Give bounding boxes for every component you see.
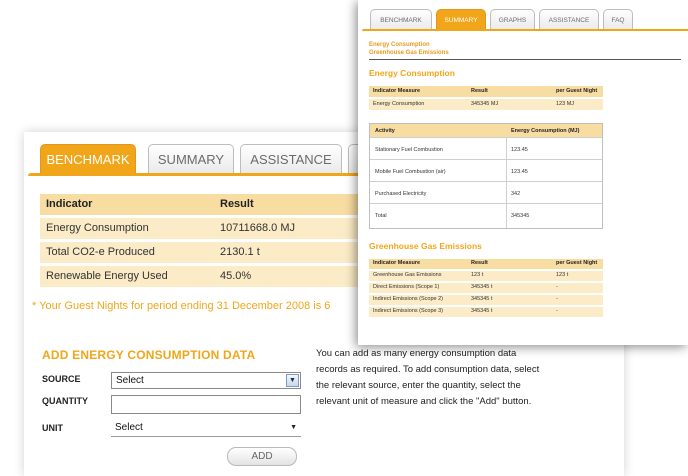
row-per-guest: -: [556, 308, 558, 314]
unit-select-value: Select: [115, 422, 143, 433]
quantity-input[interactable]: [111, 395, 301, 414]
activity-table: Activity Energy Consumption (MJ) Station…: [369, 123, 603, 229]
source-label: SOURCE: [42, 374, 81, 384]
row-result: 10711668.0 MJ: [220, 222, 296, 234]
table-row: Stationary Fuel Combustion 123.45: [370, 138, 602, 160]
table-row: Total 345345: [370, 204, 602, 228]
row-per-guest: -: [556, 296, 558, 302]
header-activity: Activity: [375, 128, 395, 134]
ghg-section-title: Greenhouse Gas Emissions: [369, 241, 482, 251]
energy-section-title: Energy Consumption: [369, 68, 455, 78]
table-row: Purchased Electricity 342: [370, 182, 602, 204]
source-select[interactable]: Select ▼: [111, 372, 301, 389]
tab-assistance[interactable]: ASSISTANCE: [240, 144, 342, 174]
chevron-down-icon[interactable]: ▼: [290, 420, 297, 435]
table-row: Indirect Emissions (Scope 2) 345345 t -: [369, 295, 603, 305]
row-measure: Greenhouse Gas Emissions: [373, 272, 442, 278]
link-energy-consumption[interactable]: Energy Consumption: [369, 42, 430, 48]
ghg-table-header: Indicator Measure Result per Guest Night: [369, 259, 603, 269]
energy-table-header: Indicator Measure Result per Guest Night: [369, 86, 603, 97]
row-activity: Stationary Fuel Combustion: [375, 147, 443, 153]
row-activity: Mobile Fuel Combustion (air): [375, 169, 446, 175]
row-result: 2130.1 t: [220, 246, 260, 258]
row-value: 123.45: [511, 147, 528, 153]
link-greenhouse-gas[interactable]: Greenhouse Gas Emissions: [369, 50, 449, 56]
header-measure: Indicator Measure: [373, 260, 421, 266]
unit-label: UNIT: [42, 423, 63, 433]
tab-underline: [362, 29, 688, 31]
row-measure: Energy Consumption: [373, 101, 425, 107]
quantity-label: QUANTITY: [42, 396, 88, 406]
row-per-guest: 123 t: [556, 272, 569, 278]
table-row: Indirect Emissions (Scope 3) 345345 t -: [369, 307, 603, 317]
row-measure: Indirect Emissions (Scope 2): [373, 296, 443, 302]
activity-header: Activity Energy Consumption (MJ): [370, 124, 602, 138]
row-result: 345345 t: [471, 284, 493, 290]
row-result: 345345 t: [471, 296, 493, 302]
table-row: Mobile Fuel Combustion (air) 123.45: [370, 160, 602, 182]
source-select-value: Select: [116, 375, 144, 386]
dropdown-arrow-icon[interactable]: ▼: [286, 374, 299, 387]
row-activity: Total: [375, 213, 387, 219]
row-indicator: Renewable Energy Used: [46, 270, 168, 282]
header-per-guest: per Guest Night: [556, 260, 598, 266]
unit-select[interactable]: Select ▼: [111, 420, 301, 437]
table-row: Greenhouse Gas Emissions 123 t 123 t: [369, 271, 603, 281]
add-button[interactable]: ADD: [227, 447, 297, 466]
table-row: Energy Consumption 345345 MJ 123 MJ: [369, 99, 603, 110]
tab-benchmark[interactable]: BENCHMARK: [40, 144, 136, 174]
row-measure: Indirect Emissions (Scope 3): [373, 308, 443, 314]
header-result: Result: [220, 198, 254, 210]
row-result: 345345 MJ: [471, 101, 499, 107]
header-result: Result: [471, 88, 488, 94]
tab-graphs[interactable]: GRAPHS: [490, 9, 535, 30]
help-text: You can add as many energy consumption d…: [316, 348, 540, 407]
header-measure: Indicator Measure: [373, 88, 421, 94]
row-indicator: Energy Consumption: [46, 222, 149, 234]
header-energy: Energy Consumption (MJ): [511, 128, 580, 134]
row-per-guest: 123 MJ: [556, 101, 575, 107]
header-indicator: Indicator: [46, 198, 93, 210]
tab-summary[interactable]: SUMMARY: [436, 9, 486, 30]
tab-assistance[interactable]: ASSISTANCE: [539, 9, 599, 30]
tab-summary[interactable]: SUMMARY: [148, 144, 234, 174]
row-measure: Direct Emissions (Scope 1): [373, 284, 440, 290]
row-result: 345345 t: [471, 308, 493, 314]
section-divider: [369, 59, 681, 60]
row-activity: Purchased Electricity: [375, 191, 427, 197]
table-row: Direct Emissions (Scope 1) 345345 t -: [369, 283, 603, 293]
header-per-guest: per Guest Night: [556, 88, 598, 94]
guest-nights-note: * Your Guest Nights for period ending 31…: [32, 300, 331, 312]
row-per-guest: -: [556, 284, 558, 290]
tab-faq[interactable]: FAQ: [603, 9, 633, 30]
row-result: 45.0%: [220, 270, 252, 282]
row-value: 123.45: [511, 169, 528, 175]
add-data-title: ADD ENERGY CONSUMPTION DATA: [42, 348, 256, 362]
summary-panel: BENCHMARK SUMMARY GRAPHS ASSISTANCE FAQ …: [358, 0, 688, 345]
row-value: 342: [511, 191, 521, 197]
row-result: 123 t: [471, 272, 484, 278]
header-result: Result: [471, 260, 488, 266]
row-indicator: Total CO2-e Produced: [46, 246, 155, 258]
row-value: 345345: [511, 213, 530, 219]
tab-benchmark[interactable]: BENCHMARK: [370, 9, 432, 30]
